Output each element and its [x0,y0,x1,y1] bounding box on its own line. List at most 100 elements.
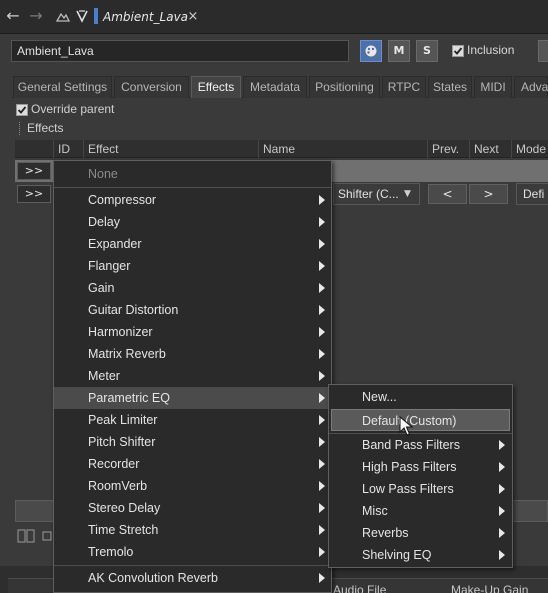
menu-item-pitch-shifter[interactable]: Pitch Shifter [54,431,331,453]
menu-item-label: Peak Limiter [88,413,158,427]
menu-item-roomverb[interactable]: RoomVerb [54,475,331,497]
menu-item-time-stretch[interactable]: Time Stretch [54,519,331,541]
submenu-arrow-icon [319,525,325,535]
forward-arrow-icon[interactable]: → [27,7,45,25]
document-tab-title: Ambient_Lava [103,10,189,24]
row-expand-button[interactable]: >> [17,162,51,180]
menu-item-label: Reverbs [362,526,409,540]
solo-button[interactable]: S [416,40,438,62]
menu-item-expander[interactable]: Expander [54,233,331,255]
submenu-arrow-icon [319,459,325,469]
menu-item-matrix-reverb[interactable]: Matrix Reverb [54,343,331,365]
submenu-arrow-icon [319,195,325,205]
tab-states[interactable]: States [428,76,472,98]
check-icon [17,106,27,114]
menu-item-misc[interactable]: Misc [329,500,512,522]
submenu-arrow-icon [319,305,325,315]
menu-item-label: Recorder [88,457,140,471]
tab-rtpc[interactable]: RTPC [382,76,426,98]
tab-conversion[interactable]: Conversion [114,76,189,98]
submenu-arrow-icon [499,484,505,494]
menu-item-label: Low Pass Filters [362,482,454,496]
override-parent-checkbox[interactable] [16,104,28,116]
menu-item-high-pass-filters[interactable]: High Pass Filters [329,456,512,478]
menu-item-shelving-eq[interactable]: Shelving EQ [329,544,512,566]
more-button[interactable] [538,40,548,62]
column-effect[interactable]: Effect [83,140,258,158]
submenu-arrow-icon [499,440,505,450]
tab-effects[interactable]: Effects [191,76,241,98]
menu-item-harmonizer[interactable]: Harmonizer [54,321,331,343]
menu-item-label: Parametric EQ [88,391,170,405]
menu-item-default-custom[interactable]: Default (Custom) [331,409,510,431]
menu-item-tremolo[interactable]: Tremolo [54,541,331,563]
menu-item-label: Compressor [88,193,157,207]
sound-object-icon [55,12,71,22]
voice-icon [76,10,88,23]
menu-item-label: Pitch Shifter [88,435,156,449]
tab-color-marker [94,8,98,24]
submenu-arrow-icon [319,437,325,447]
row-expand-button[interactable]: >> [17,185,51,203]
column-id[interactable]: ID [53,140,83,158]
submenu-arrow-icon [499,462,505,472]
mode-dropdown[interactable]: Defi [516,183,548,205]
menu-item-recorder[interactable]: Recorder [54,453,331,475]
mouse-cursor-icon [399,416,413,436]
column-next[interactable]: Next [469,140,511,158]
menu-item-parametric-eq[interactable]: Parametric EQ [54,387,331,409]
menu-item-low-pass-filters[interactable]: Low Pass Filters [329,478,512,500]
close-icon[interactable]: × [186,7,200,27]
menu-item-peak-limiter[interactable]: Peak Limiter [54,409,331,431]
menu-item-new[interactable]: New... [329,386,512,408]
menu-item-flanger[interactable]: Flanger [54,255,331,277]
menu-item-label: Gain [88,281,115,295]
document-tab[interactable]: Ambient_Lava [103,7,228,27]
menu-item-compressor[interactable]: Compressor [54,189,331,211]
submenu-arrow-icon [319,573,325,583]
layout-icon[interactable] [17,528,53,544]
submenu-arrow-icon [319,239,325,249]
tab-metadata[interactable]: Metadata [243,76,307,98]
column-prev[interactable]: Prev. [427,140,469,158]
menu-item-guitar-distortion[interactable]: Guitar Distortion [54,299,331,321]
object-name-field[interactable]: Ambient_Lava [11,40,349,62]
inclusion-checkbox[interactable] [452,45,464,57]
menu-separator [54,187,331,188]
palette-icon [365,45,377,57]
menu-item-ak-convolution-reverb[interactable]: AK Convolution Reverb [54,567,331,589]
effects-section-label: Effects [27,121,64,135]
tab-positioning[interactable]: Positioning [309,76,380,98]
column-mode[interactable]: Mode [511,140,548,158]
tab-advanced[interactable]: Adva [514,76,548,98]
menu-item-band-pass-filters[interactable]: Band Pass Filters [329,434,512,456]
menu-item-none[interactable]: None [54,163,331,185]
menu-item-label: Stereo Delay [88,501,161,515]
submenu-arrow-icon [319,349,325,359]
check-icon [453,47,463,55]
menu-item-gain[interactable]: Gain [54,277,331,299]
back-arrow-icon[interactable]: ← [4,7,22,25]
menu-item-reverbs[interactable]: Reverbs [329,522,512,544]
menu-item-label: Expander [88,237,142,251]
submenu-arrow-icon [319,261,325,271]
prev-button[interactable]: < [428,184,467,204]
submenu-arrow-icon [319,415,325,425]
menu-item-label: Band Pass Filters [362,438,460,452]
menu-item-label: Tremolo [88,545,134,559]
palette-button[interactable] [360,40,382,62]
menu-item-label: Matrix Reverb [88,347,166,361]
menu-item-delay[interactable]: Delay [54,211,331,233]
tab-midi[interactable]: MIDI [474,76,512,98]
submenu-arrow-icon [499,506,505,516]
menu-item-label: Guitar Distortion [88,303,179,317]
next-button[interactable]: > [469,184,508,204]
column-name[interactable]: Name [258,140,427,158]
mute-button[interactable]: M [388,40,410,62]
tab-general-settings[interactable]: General Settings [13,76,112,98]
menu-item-label: Flanger [88,259,131,273]
inclusion-label: Inclusion [467,43,515,57]
menu-item-stereo-delay[interactable]: Stereo Delay [54,497,331,519]
menu-item-label: Harmonizer [88,325,153,339]
menu-item-meter[interactable]: Meter [54,365,331,387]
